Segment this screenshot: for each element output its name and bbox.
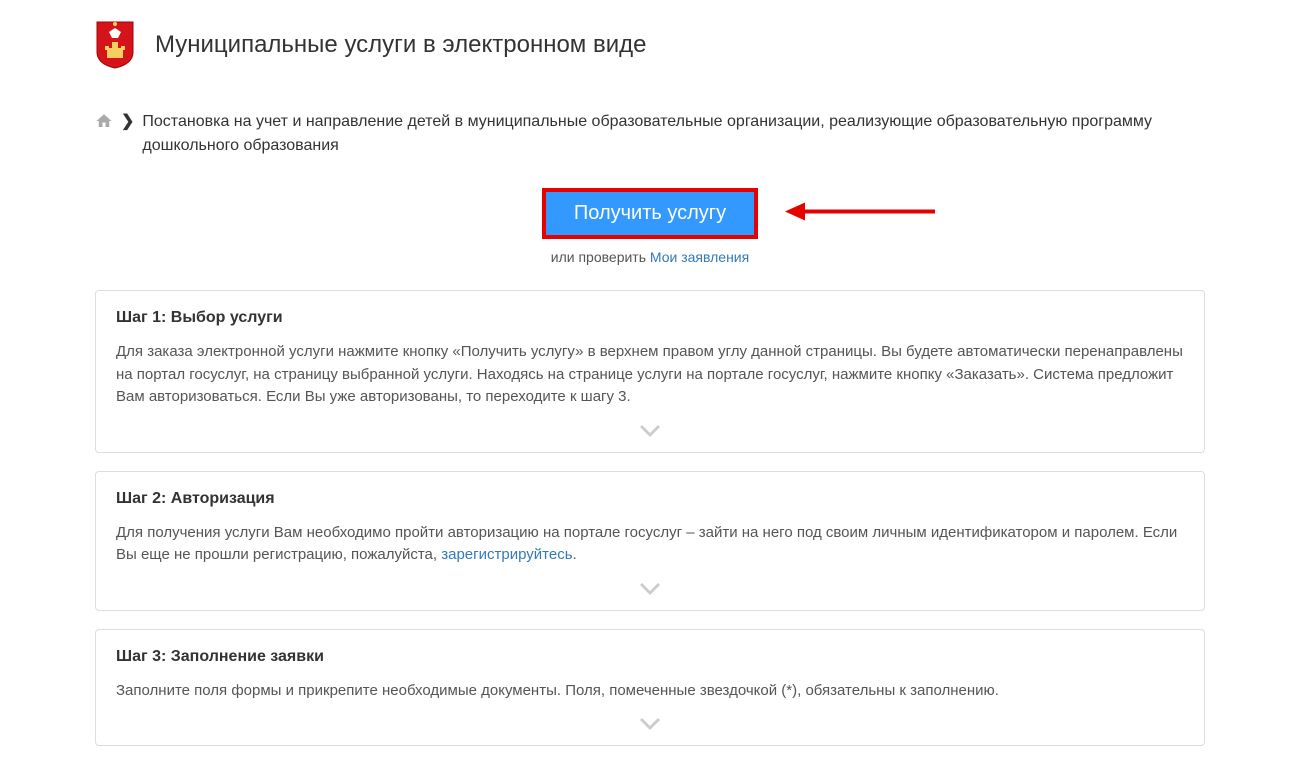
chevron-down-icon: [640, 423, 660, 442]
check-applications-line: или проверить Мои заявления: [95, 249, 1205, 265]
register-link[interactable]: зарегистрируйтесь: [441, 546, 572, 563]
coat-of-arms-icon: [95, 20, 135, 70]
cta-section: Получить услугу: [95, 188, 1205, 239]
step-body-suffix: .: [573, 546, 577, 563]
breadcrumb-separator: ❯: [121, 110, 134, 134]
expand-toggle[interactable]: [116, 712, 1184, 737]
header: Муниципальные услуги в электронном виде: [95, 20, 1205, 70]
expand-toggle[interactable]: [116, 577, 1184, 602]
home-icon[interactable]: [95, 112, 113, 138]
check-prefix-text: или проверить: [551, 249, 650, 265]
step-card-3: Шаг 3: Заполнение заявки Заполните поля …: [95, 629, 1205, 747]
step-card-1: Шаг 1: Выбор услуги Для заказа электронн…: [95, 290, 1205, 453]
step-title: Шаг 3: Заполнение заявки: [116, 648, 1184, 666]
step-body: Для заказа электронной услуги нажмите кн…: [116, 341, 1184, 409]
chevron-down-icon: [640, 716, 660, 735]
step-body-prefix: Для получения услуги Вам необходимо прой…: [116, 524, 1177, 564]
step-title: Шаг 1: Выбор услуги: [116, 309, 1184, 327]
my-applications-link[interactable]: Мои заявления: [650, 249, 749, 265]
step-title: Шаг 2: Авторизация: [116, 490, 1184, 508]
breadcrumb: ❯ Постановка на учет и направление детей…: [95, 110, 1205, 158]
page-title: Муниципальные услуги в электронном виде: [155, 31, 646, 59]
expand-toggle[interactable]: [116, 419, 1184, 444]
chevron-down-icon: [640, 581, 660, 600]
step-body: Заполните поля формы и прикрепите необхо…: [116, 680, 1184, 703]
step-card-2: Шаг 2: Авторизация Для получения услуги …: [95, 471, 1205, 611]
arrow-annotation-icon: [780, 196, 940, 231]
step-body: Для получения услуги Вам необходимо прой…: [116, 522, 1184, 567]
get-service-button[interactable]: Получить услугу: [542, 188, 758, 239]
breadcrumb-current: Постановка на учет и направление детей в…: [142, 110, 1205, 158]
